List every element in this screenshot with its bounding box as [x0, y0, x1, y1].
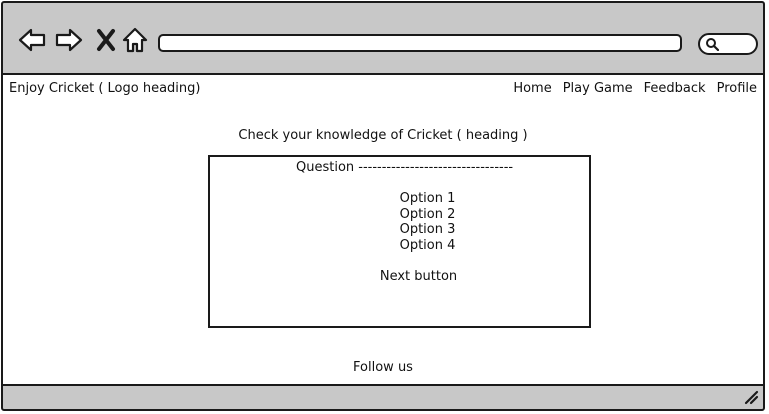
status-bar — [3, 386, 763, 409]
nav-play-game[interactable]: Play Game — [563, 81, 633, 96]
nav-home[interactable]: Home — [513, 81, 551, 96]
forward-arrow-icon[interactable] — [54, 25, 84, 55]
follow-us-text[interactable]: Follow us — [3, 360, 763, 375]
nav-profile[interactable]: Profile — [717, 81, 757, 96]
browser-window: Enjoy Cricket ( Logo heading) Home Play … — [1, 1, 765, 411]
quiz-box: Question -------------------------------… — [208, 155, 591, 328]
next-button[interactable]: Next button — [210, 269, 589, 284]
resize-grip-icon[interactable] — [743, 389, 759, 405]
page-content: Enjoy Cricket ( Logo heading) Home Play … — [3, 73, 763, 386]
browser-toolbar — [3, 3, 763, 73]
option-4[interactable]: Option 4 — [210, 238, 589, 254]
browser-search-field[interactable] — [698, 33, 758, 55]
close-x-icon[interactable] — [91, 25, 121, 55]
search-icon — [706, 38, 719, 51]
logo-heading[interactable]: Enjoy Cricket ( Logo heading) — [9, 81, 200, 96]
nav-feedback[interactable]: Feedback — [644, 81, 706, 96]
home-icon[interactable] — [120, 25, 150, 55]
option-1[interactable]: Option 1 — [210, 191, 589, 207]
options-list: Option 1 Option 2 Option 3 Option 4 — [210, 191, 589, 253]
page-title: Check your knowledge of Cricket ( headin… — [238, 128, 528, 143]
address-bar[interactable] — [158, 34, 682, 52]
question-text: Question -------------------------------… — [296, 160, 514, 175]
back-arrow-icon[interactable] — [17, 25, 47, 55]
top-nav: Home Play Game Feedback Profile — [513, 81, 757, 96]
option-2[interactable]: Option 2 — [210, 207, 589, 223]
option-3[interactable]: Option 3 — [210, 222, 589, 238]
